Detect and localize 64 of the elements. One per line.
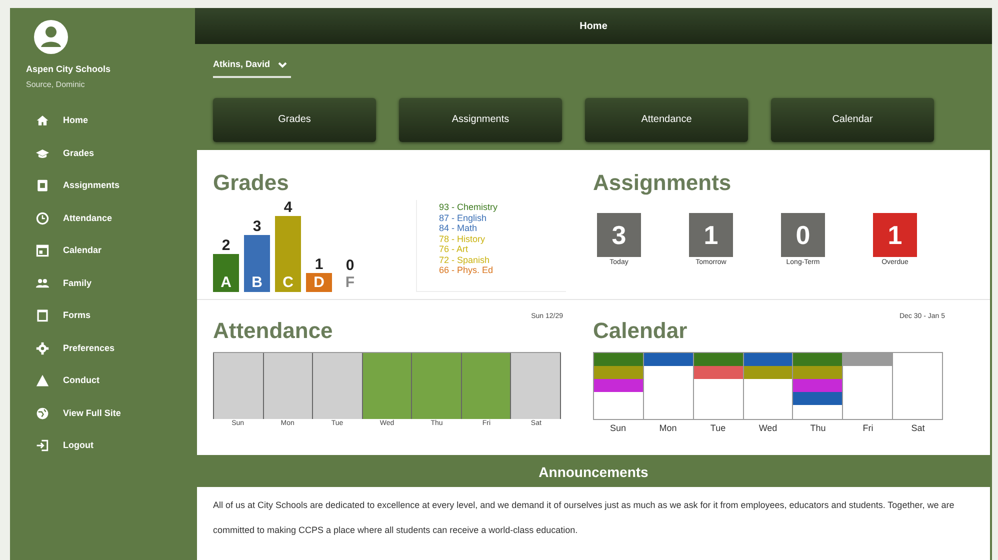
logout-icon [36, 439, 49, 452]
nav-button[interactable]: Grades [213, 98, 376, 142]
count-tile[interactable]: 0 [781, 213, 825, 257]
day-label: Tue [710, 422, 726, 435]
people-icon [36, 276, 49, 290]
page-title: Home [580, 20, 608, 34]
day-label: Sun [610, 422, 626, 435]
course-grade: 78 - History [439, 234, 486, 244]
day-label: Sat [911, 422, 925, 435]
sidebar-item[interactable]: Forms [26, 300, 195, 332]
document-icon [36, 309, 49, 322]
nav-button[interactable]: Assignments [399, 98, 562, 142]
student-dropdown[interactable]: Atkins, David [213, 58, 292, 78]
course-grade: 76 - Art [439, 244, 470, 254]
grade-bar: D [306, 273, 332, 292]
count-tile[interactable]: 1 [873, 213, 917, 257]
home-icon [36, 114, 49, 128]
section-heading: Assignments [593, 172, 732, 194]
user-name: Source, Dominic [26, 78, 86, 90]
graduation-cap-icon [36, 146, 49, 160]
course-grade: 66 - Phys. Ed [439, 265, 494, 276]
course-grade: 87 - English [439, 212, 488, 223]
day-label: Mon [659, 422, 677, 435]
sidebar-item[interactable]: Attendance [26, 202, 195, 234]
sidebar-item[interactable]: Logout [26, 430, 195, 462]
clock-icon [36, 212, 49, 225]
count-tile[interactable]: 1 [689, 213, 733, 257]
day-label: Wed [758, 422, 778, 435]
sidebar-item[interactable]: Assignments [26, 170, 195, 202]
nav-button[interactable]: Calendar [771, 98, 934, 142]
section-heading: Calendar [593, 320, 688, 342]
school-name: Aspen City Schools [26, 63, 112, 76]
announcement-text: All of us at City Schools are dedicated to excellence at every level, and we demand it of ourselves just as much as we ask for it from employees, educators and students. Together, we are committed to making CCPS a place where all students can receive a world-class education. [213, 499, 956, 537]
chevron-down-icon [278, 62, 288, 68]
day-label: Fri [862, 422, 874, 435]
nav-button[interactable]: Attendance [585, 98, 748, 142]
grade-bar: C [275, 216, 301, 292]
warning-icon [36, 374, 49, 388]
bar-value: 2 [222, 238, 230, 254]
bar-value: 4 [284, 200, 292, 216]
grade-bar: B [244, 235, 270, 292]
section-heading: Grades [213, 172, 290, 194]
course-grade: 93 - Chemistry [439, 202, 499, 212]
sidebar-item[interactable]: Home [26, 104, 195, 137]
course-grade: 72 - Spanish [439, 254, 491, 265]
bar-value: 3 [252, 219, 262, 235]
bar-value: 1 [314, 257, 324, 273]
sidebar-item[interactable]: Family [26, 267, 195, 300]
sidebar-item[interactable]: View Full Site [26, 397, 195, 430]
count-tile[interactable]: 3 [597, 213, 641, 257]
bar-value: 0 [346, 258, 354, 274]
section-heading: Announcements [538, 463, 648, 482]
sidebar-item[interactable]: Preferences [26, 332, 195, 364]
sidebar-item[interactable]: Grades [26, 137, 195, 170]
sidebar-item[interactable]: Conduct [26, 364, 195, 397]
grade-letter: F [345, 274, 355, 292]
grade-bar: A [213, 254, 239, 292]
section-heading: Attendance [213, 320, 333, 342]
calendar-icon [36, 244, 49, 258]
avatar-icon [34, 20, 68, 54]
settings-icon [36, 342, 49, 355]
sidebar-item[interactable]: Calendar [26, 234, 195, 267]
course-grade: 84 - Math [439, 223, 478, 234]
day-label: Thu [810, 422, 826, 435]
